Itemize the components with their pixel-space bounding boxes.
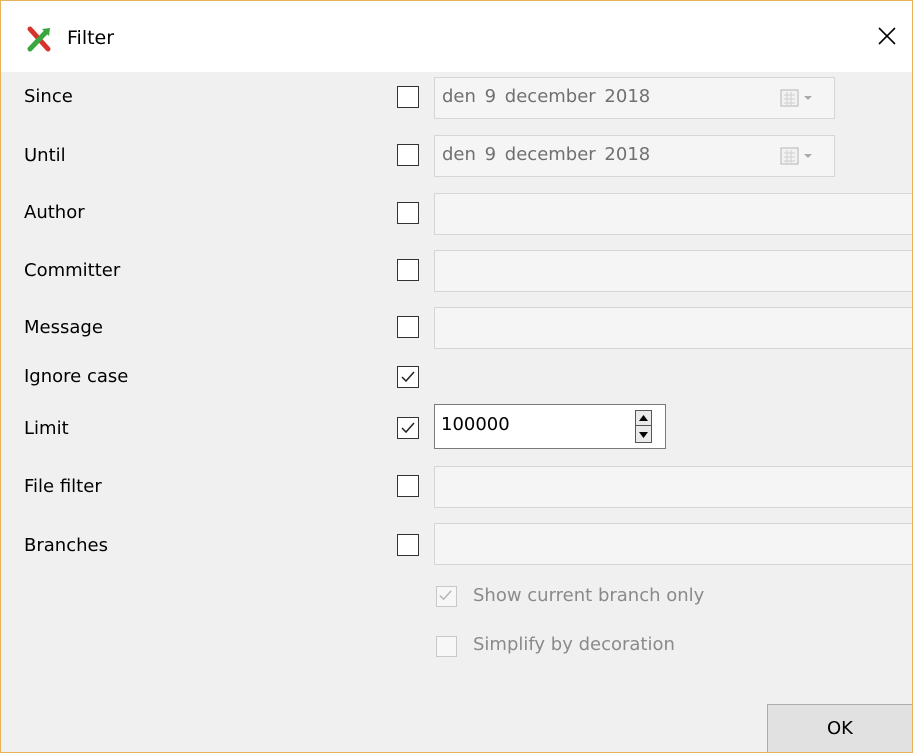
- author-input[interactable]: [434, 193, 913, 235]
- ok-button[interactable]: OK: [767, 704, 913, 753]
- checkmark-icon: [401, 371, 415, 383]
- until-date-picker[interactable]: den 9 december 2018: [434, 135, 835, 177]
- checkmark-icon: [439, 590, 452, 601]
- limit-checkbox[interactable]: [397, 417, 419, 439]
- message-label: Message: [24, 317, 103, 338]
- arrow-up-icon: [639, 415, 648, 421]
- show-current-branch-only-checkbox[interactable]: [436, 586, 457, 607]
- calendar-dropdown-icon[interactable]: [780, 146, 824, 166]
- file-filter-checkbox[interactable]: [397, 475, 419, 497]
- file-filter-label: File filter: [24, 476, 102, 497]
- until-checkbox[interactable]: [397, 144, 419, 166]
- branches-checkbox[interactable]: [397, 534, 419, 556]
- limit-spinbox[interactable]: 100000: [434, 404, 666, 449]
- limit-value: 100000: [441, 414, 510, 435]
- until-date-value: den 9 december 2018: [442, 144, 651, 165]
- ignore-case-checkbox[interactable]: [397, 366, 419, 388]
- committer-input[interactable]: [434, 250, 913, 292]
- git-extensions-filter-icon: [27, 26, 51, 52]
- until-label: Until: [24, 145, 66, 166]
- committer-label: Committer: [24, 260, 121, 281]
- since-label: Since: [24, 86, 73, 107]
- limit-label: Limit: [24, 418, 69, 439]
- arrow-down-icon: [639, 431, 648, 438]
- simplify-by-decoration-label: Simplify by decoration: [473, 634, 675, 655]
- window-title: Filter: [67, 27, 115, 49]
- message-input[interactable]: [434, 307, 913, 349]
- close-button[interactable]: [862, 14, 912, 58]
- branches-input[interactable]: [434, 523, 913, 565]
- message-checkbox[interactable]: [397, 316, 419, 338]
- limit-spin-buttons: [635, 410, 652, 443]
- checkmark-icon: [401, 422, 415, 434]
- committer-checkbox[interactable]: [397, 259, 419, 281]
- author-label: Author: [24, 202, 85, 223]
- author-checkbox[interactable]: [397, 202, 419, 224]
- show-current-branch-only-label: Show current branch only: [473, 585, 705, 606]
- spin-up-button[interactable]: [636, 411, 651, 426]
- close-icon: [878, 27, 896, 45]
- since-date-value: den 9 december 2018: [442, 86, 651, 107]
- branches-label: Branches: [24, 535, 108, 556]
- spin-down-button[interactable]: [636, 427, 651, 442]
- simplify-by-decoration-checkbox[interactable]: [436, 636, 457, 657]
- calendar-dropdown-icon[interactable]: [780, 88, 824, 108]
- since-date-picker[interactable]: den 9 december 2018: [434, 77, 835, 119]
- file-filter-input[interactable]: [434, 466, 913, 508]
- ignore-case-label: Ignore case: [24, 366, 129, 387]
- title-bar: Filter: [0, 0, 913, 72]
- since-checkbox[interactable]: [397, 86, 419, 108]
